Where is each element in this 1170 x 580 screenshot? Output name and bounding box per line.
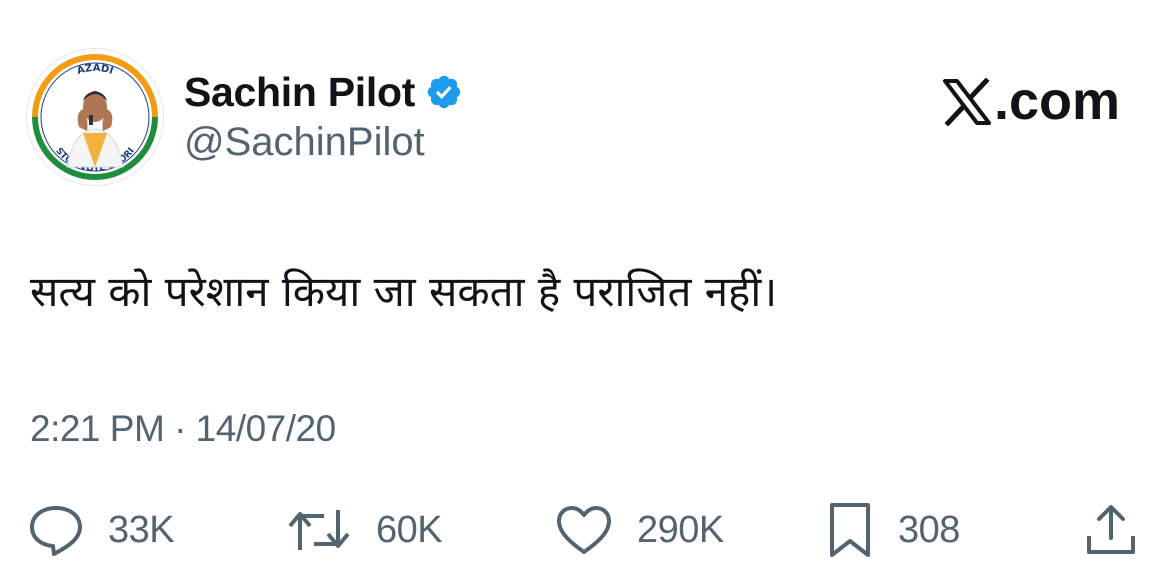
x-logo-icon: [942, 77, 992, 127]
tweet-timestamp[interactable]: 2:21 PM · 14/07/20: [30, 408, 336, 450]
bookmark-count: 308: [898, 508, 960, 551]
tweet-text: सत्य को परेशान किया जा सकता है पराजित नह…: [30, 267, 778, 316]
verified-badge-icon: [425, 73, 463, 111]
x-com-label: .com: [993, 71, 1120, 131]
tweet-action-bar: 33K 60K 290K 308: [0, 500, 1170, 560]
share-button[interactable]: [1084, 500, 1138, 560]
avatar-image: AZADI STOP VOTE CHORI: [28, 50, 162, 184]
reply-button[interactable]: 33K: [28, 500, 175, 560]
bookmark-button[interactable]: 308: [826, 500, 960, 560]
tweet-card: AZADI STOP VOTE CHORI Sachin Pilot @Sach…: [0, 0, 1170, 580]
avatar[interactable]: AZADI STOP VOTE CHORI: [26, 48, 164, 186]
display-name[interactable]: Sachin Pilot: [184, 69, 415, 116]
like-button[interactable]: 290K: [555, 500, 724, 560]
share-icon: [1084, 502, 1138, 558]
like-count: 290K: [637, 508, 724, 551]
user-name-row: Sachin Pilot: [184, 66, 463, 118]
retweet-icon: [286, 504, 352, 556]
x-com-brand: .com: [942, 70, 1120, 132]
user-handle[interactable]: @SachinPilot: [184, 120, 425, 165]
reply-icon: [28, 504, 84, 556]
heart-icon: [555, 504, 613, 556]
retweet-button[interactable]: 60K: [286, 500, 443, 560]
bookmark-icon: [826, 501, 874, 559]
reply-count: 33K: [108, 508, 175, 551]
retweet-count: 60K: [376, 508, 443, 551]
